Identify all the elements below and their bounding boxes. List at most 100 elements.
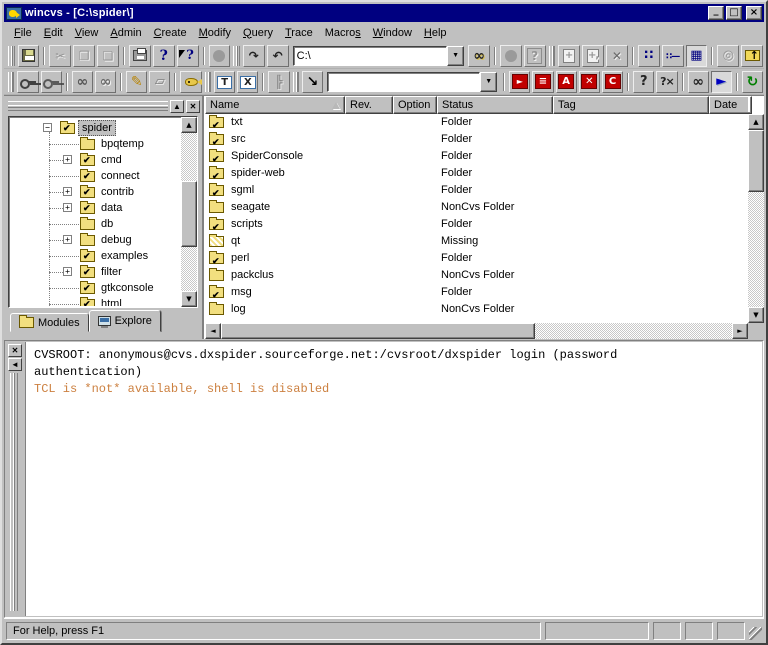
- scroll-up-icon[interactable]: ▲: [748, 114, 764, 130]
- table-row[interactable]: scriptsFolder: [205, 216, 748, 233]
- redirect-output-button[interactable]: [302, 71, 323, 93]
- binary-flag-button[interactable]: [237, 71, 258, 93]
- tree-item-connect[interactable]: connect: [10, 168, 180, 184]
- column-header-status[interactable]: Status: [437, 96, 553, 114]
- table-row[interactable]: SpiderConsoleFolder: [205, 148, 748, 165]
- toolbar-gripper[interactable]: [8, 72, 14, 92]
- scroll-up-icon[interactable]: ▲: [181, 117, 197, 133]
- menu-window[interactable]: Window: [367, 25, 418, 41]
- filter-combo-dropdown-icon[interactable]: ▼: [480, 72, 497, 92]
- cut-button[interactable]: [49, 45, 71, 67]
- column-header-name[interactable]: Name: [205, 96, 345, 114]
- list-vscroll-thumb[interactable]: [748, 130, 764, 192]
- print-button[interactable]: [129, 45, 151, 67]
- checkout-module-button[interactable]: [243, 45, 265, 67]
- edit-file-button[interactable]: [126, 71, 147, 93]
- tree-item-db[interactable]: db: [10, 216, 180, 232]
- unedit-file-button[interactable]: [149, 71, 170, 93]
- copy-button[interactable]: [73, 45, 95, 67]
- list-view-button[interactable]: [662, 45, 684, 67]
- dock-gripper[interactable]: [8, 101, 168, 111]
- tree-collapse-icon[interactable]: −: [43, 123, 52, 132]
- save-button[interactable]: [18, 45, 40, 67]
- context-help-button[interactable]: [177, 45, 199, 67]
- paste-button[interactable]: [97, 45, 119, 67]
- menu-view[interactable]: View: [69, 25, 105, 41]
- update-button[interactable]: [509, 71, 530, 93]
- table-row[interactable]: logNonCvs Folder: [205, 301, 748, 318]
- query-update-button[interactable]: [633, 71, 654, 93]
- tree-item-data[interactable]: +data: [10, 200, 180, 216]
- menu-help[interactable]: Help: [418, 25, 453, 41]
- help-button[interactable]: [153, 45, 175, 67]
- watchers-button[interactable]: [72, 71, 93, 93]
- column-header-option[interactable]: Option: [393, 96, 437, 114]
- scroll-right-icon[interactable]: ►: [732, 323, 748, 339]
- details-view-button[interactable]: [686, 45, 708, 67]
- table-row[interactable]: perlFolder: [205, 250, 748, 267]
- toolbar-gripper[interactable]: [549, 46, 556, 66]
- table-row[interactable]: srcFolder: [205, 131, 748, 148]
- tab-modules[interactable]: Modules: [10, 313, 89, 332]
- add-file-button[interactable]: [558, 45, 580, 67]
- icons-view-button[interactable]: [638, 45, 660, 67]
- menu-file[interactable]: File: [8, 25, 38, 41]
- add-binary-button[interactable]: [582, 45, 604, 67]
- tab-explore[interactable]: Explore: [89, 310, 161, 332]
- delete-file-button[interactable]: [606, 45, 628, 67]
- tree-item-html[interactable]: html: [10, 296, 180, 306]
- table-row[interactable]: qtMissing: [205, 233, 748, 250]
- close-console-button[interactable]: ✕: [8, 344, 22, 357]
- tree-scrollbar[interactable]: ▲ ▼: [181, 117, 197, 307]
- cvs-help-button[interactable]: [524, 45, 546, 67]
- remove-button[interactable]: [579, 71, 600, 93]
- tree-item-filter[interactable]: +filter: [10, 264, 180, 280]
- menu-macros[interactable]: Macros: [319, 25, 367, 41]
- scroll-down-icon[interactable]: ▼: [748, 307, 764, 323]
- graph-button[interactable]: [268, 71, 289, 93]
- path-combo-input[interactable]: [293, 46, 447, 66]
- tree-item-gtkconsole[interactable]: gtkconsole: [10, 280, 180, 296]
- tree-expand-icon[interactable]: +: [63, 235, 72, 244]
- commit-button[interactable]: [532, 71, 553, 93]
- stop-query-button[interactable]: [656, 71, 677, 93]
- toolbar-gripper[interactable]: [8, 46, 15, 66]
- path-combo-dropdown-icon[interactable]: ▼: [447, 46, 464, 66]
- list-hscroll-thumb[interactable]: [221, 323, 535, 339]
- tree-item-contrib[interactable]: +contrib: [10, 184, 180, 200]
- tree-scroll-thumb[interactable]: [181, 181, 197, 247]
- release-button[interactable]: [180, 71, 201, 93]
- tree-expand-icon[interactable]: +: [63, 155, 72, 164]
- tree-item-examples[interactable]: examples: [10, 248, 180, 264]
- list-vertical-scrollbar[interactable]: ▲ ▼: [748, 114, 764, 323]
- collapse-console-button[interactable]: ◄: [8, 358, 22, 371]
- minimize-button[interactable]: _: [708, 6, 724, 20]
- tree-expand-icon[interactable]: +: [63, 203, 72, 212]
- logout-button[interactable]: [41, 71, 62, 93]
- table-row[interactable]: spider-webFolder: [205, 165, 748, 182]
- scroll-down-icon[interactable]: ▼: [181, 291, 197, 307]
- menu-create[interactable]: Create: [148, 25, 193, 41]
- table-row[interactable]: seagateNonCvs Folder: [205, 199, 748, 216]
- menu-modify[interactable]: Modify: [193, 25, 237, 41]
- preview-button[interactable]: [717, 45, 739, 67]
- maximize-button[interactable]: □: [726, 6, 742, 20]
- list-horizontal-scrollbar[interactable]: ◄ ►: [205, 323, 748, 339]
- expand-browser-button[interactable]: ▲: [170, 100, 184, 113]
- filter-combo-input[interactable]: [327, 72, 480, 92]
- text-flag-button[interactable]: [214, 71, 235, 93]
- tree-item-debug[interactable]: +debug: [10, 232, 180, 248]
- tag-button[interactable]: [602, 71, 623, 93]
- tree-item-bpqtemp[interactable]: bpqtemp: [10, 136, 180, 152]
- tree-item-cmd[interactable]: +cmd: [10, 152, 180, 168]
- table-row[interactable]: msgFolder: [205, 284, 748, 301]
- toolbar-gripper[interactable]: [293, 72, 299, 92]
- column-header-date[interactable]: Date: [709, 96, 752, 114]
- table-row[interactable]: sgmlFolder: [205, 182, 748, 199]
- import-module-button[interactable]: [267, 45, 289, 67]
- stop-cvs-button[interactable]: [500, 45, 522, 67]
- column-header-rev[interactable]: Rev.: [345, 96, 393, 114]
- toolbar-gripper[interactable]: [233, 46, 240, 66]
- browse-location-button[interactable]: [468, 45, 490, 67]
- table-row[interactable]: txtFolder: [205, 114, 748, 131]
